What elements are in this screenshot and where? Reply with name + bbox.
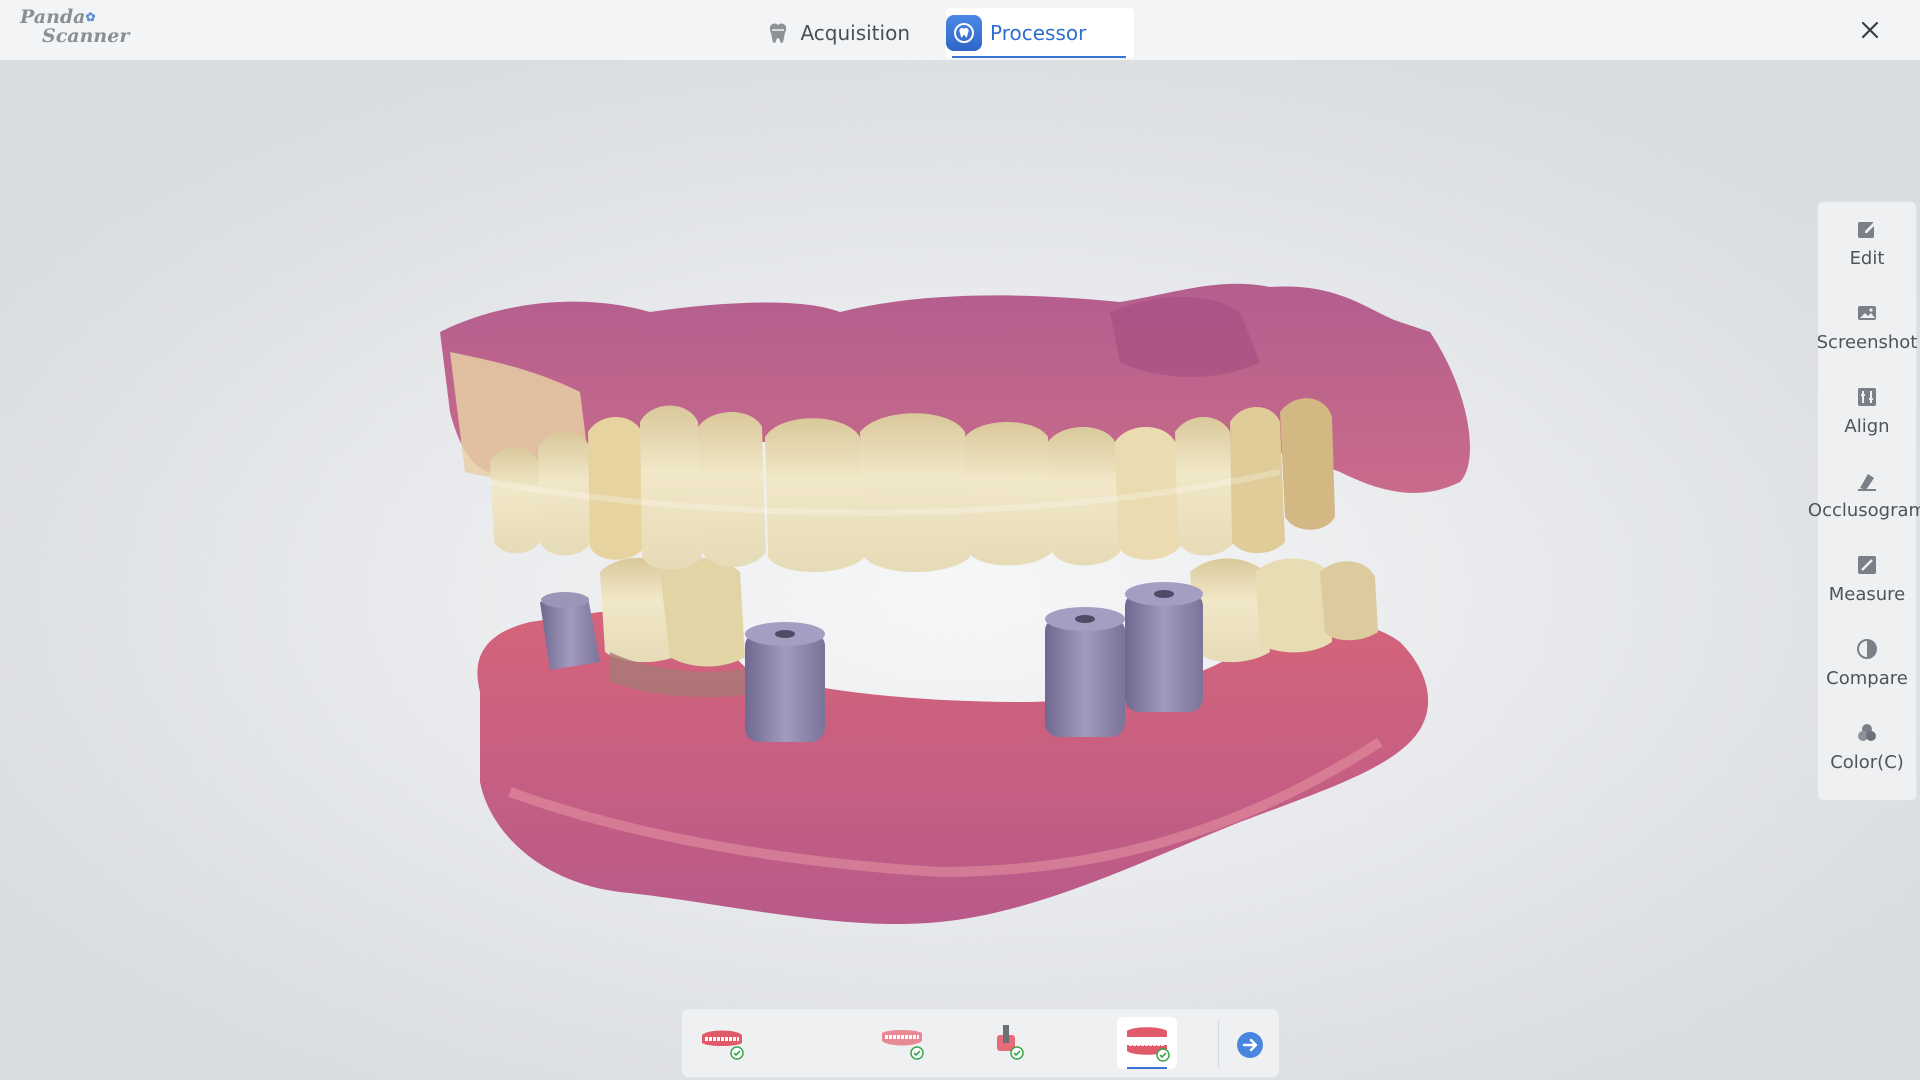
app-logo: Panda✿ Scanner [20, 8, 130, 52]
title-bar: Panda✿ Scanner Acquisition Processor [0, 0, 1920, 61]
step-scanbody[interactable] [977, 1017, 1037, 1069]
edit-button[interactable]: Edit [1817, 212, 1917, 296]
tab-acquisition[interactable]: Acquisition [760, 8, 910, 58]
tab-processor-label: Processor [990, 21, 1087, 45]
step-bite[interactable] [1117, 1017, 1177, 1069]
align-label: Align [1844, 416, 1890, 437]
tab-processor[interactable]: Processor [946, 8, 1134, 58]
processor-icon [946, 15, 982, 51]
step-separator [1218, 1021, 1219, 1067]
align-button[interactable]: Align [1817, 380, 1917, 464]
occlusogram-button[interactable]: Occlusogram [1808, 464, 1920, 548]
screenshot-label: Screenshot [1816, 332, 1918, 353]
close-button[interactable] [1856, 16, 1884, 44]
close-icon [1861, 21, 1879, 39]
scan-body [1045, 607, 1125, 737]
logo-text-line2: Scanner [42, 25, 130, 47]
measure-label: Measure [1828, 584, 1906, 605]
step-lower-jaw[interactable] [872, 1017, 932, 1069]
tooth-icon [768, 21, 788, 45]
color-icon [1858, 724, 1876, 741]
measure-icon [1858, 556, 1876, 574]
scan-body [1125, 582, 1203, 712]
edit-label: Edit [1849, 248, 1885, 269]
edit-icon [1858, 222, 1876, 238]
upper-jaw-check-icon [702, 1030, 744, 1060]
compare-button[interactable]: Compare [1817, 632, 1917, 716]
color-button[interactable]: Color(C) [1817, 716, 1917, 800]
image-icon [1858, 306, 1876, 320]
dental-model[interactable] [420, 272, 1520, 962]
bite-check-icon [1127, 1027, 1170, 1062]
align-icon [1858, 388, 1876, 406]
right-toolbar: Edit Screenshot Align Occlusogram Measur… [1808, 201, 1920, 801]
3d-viewport[interactable] [0, 62, 1920, 1080]
compare-label: Compare [1826, 668, 1908, 689]
arrow-right-icon [1237, 1032, 1263, 1058]
lower-jaw-check-icon [882, 1030, 924, 1060]
scan-body [745, 622, 825, 742]
screenshot-button[interactable]: Screenshot [1817, 296, 1917, 380]
step-bar [681, 1008, 1280, 1078]
scanbody-check-icon [997, 1025, 1024, 1060]
occlusogram-label: Occlusogram [1807, 500, 1920, 521]
occlusogram-icon [1858, 474, 1876, 491]
compare-icon [1857, 639, 1877, 659]
color-label: Color(C) [1830, 752, 1904, 773]
measure-button[interactable]: Measure [1817, 548, 1917, 632]
scan-body [540, 592, 600, 670]
step-upper-jaw[interactable] [692, 1017, 752, 1069]
tab-acquisition-label: Acquisition [800, 21, 910, 45]
next-step-button[interactable] [1236, 1031, 1264, 1059]
paw-icon: ✿ [85, 10, 96, 24]
